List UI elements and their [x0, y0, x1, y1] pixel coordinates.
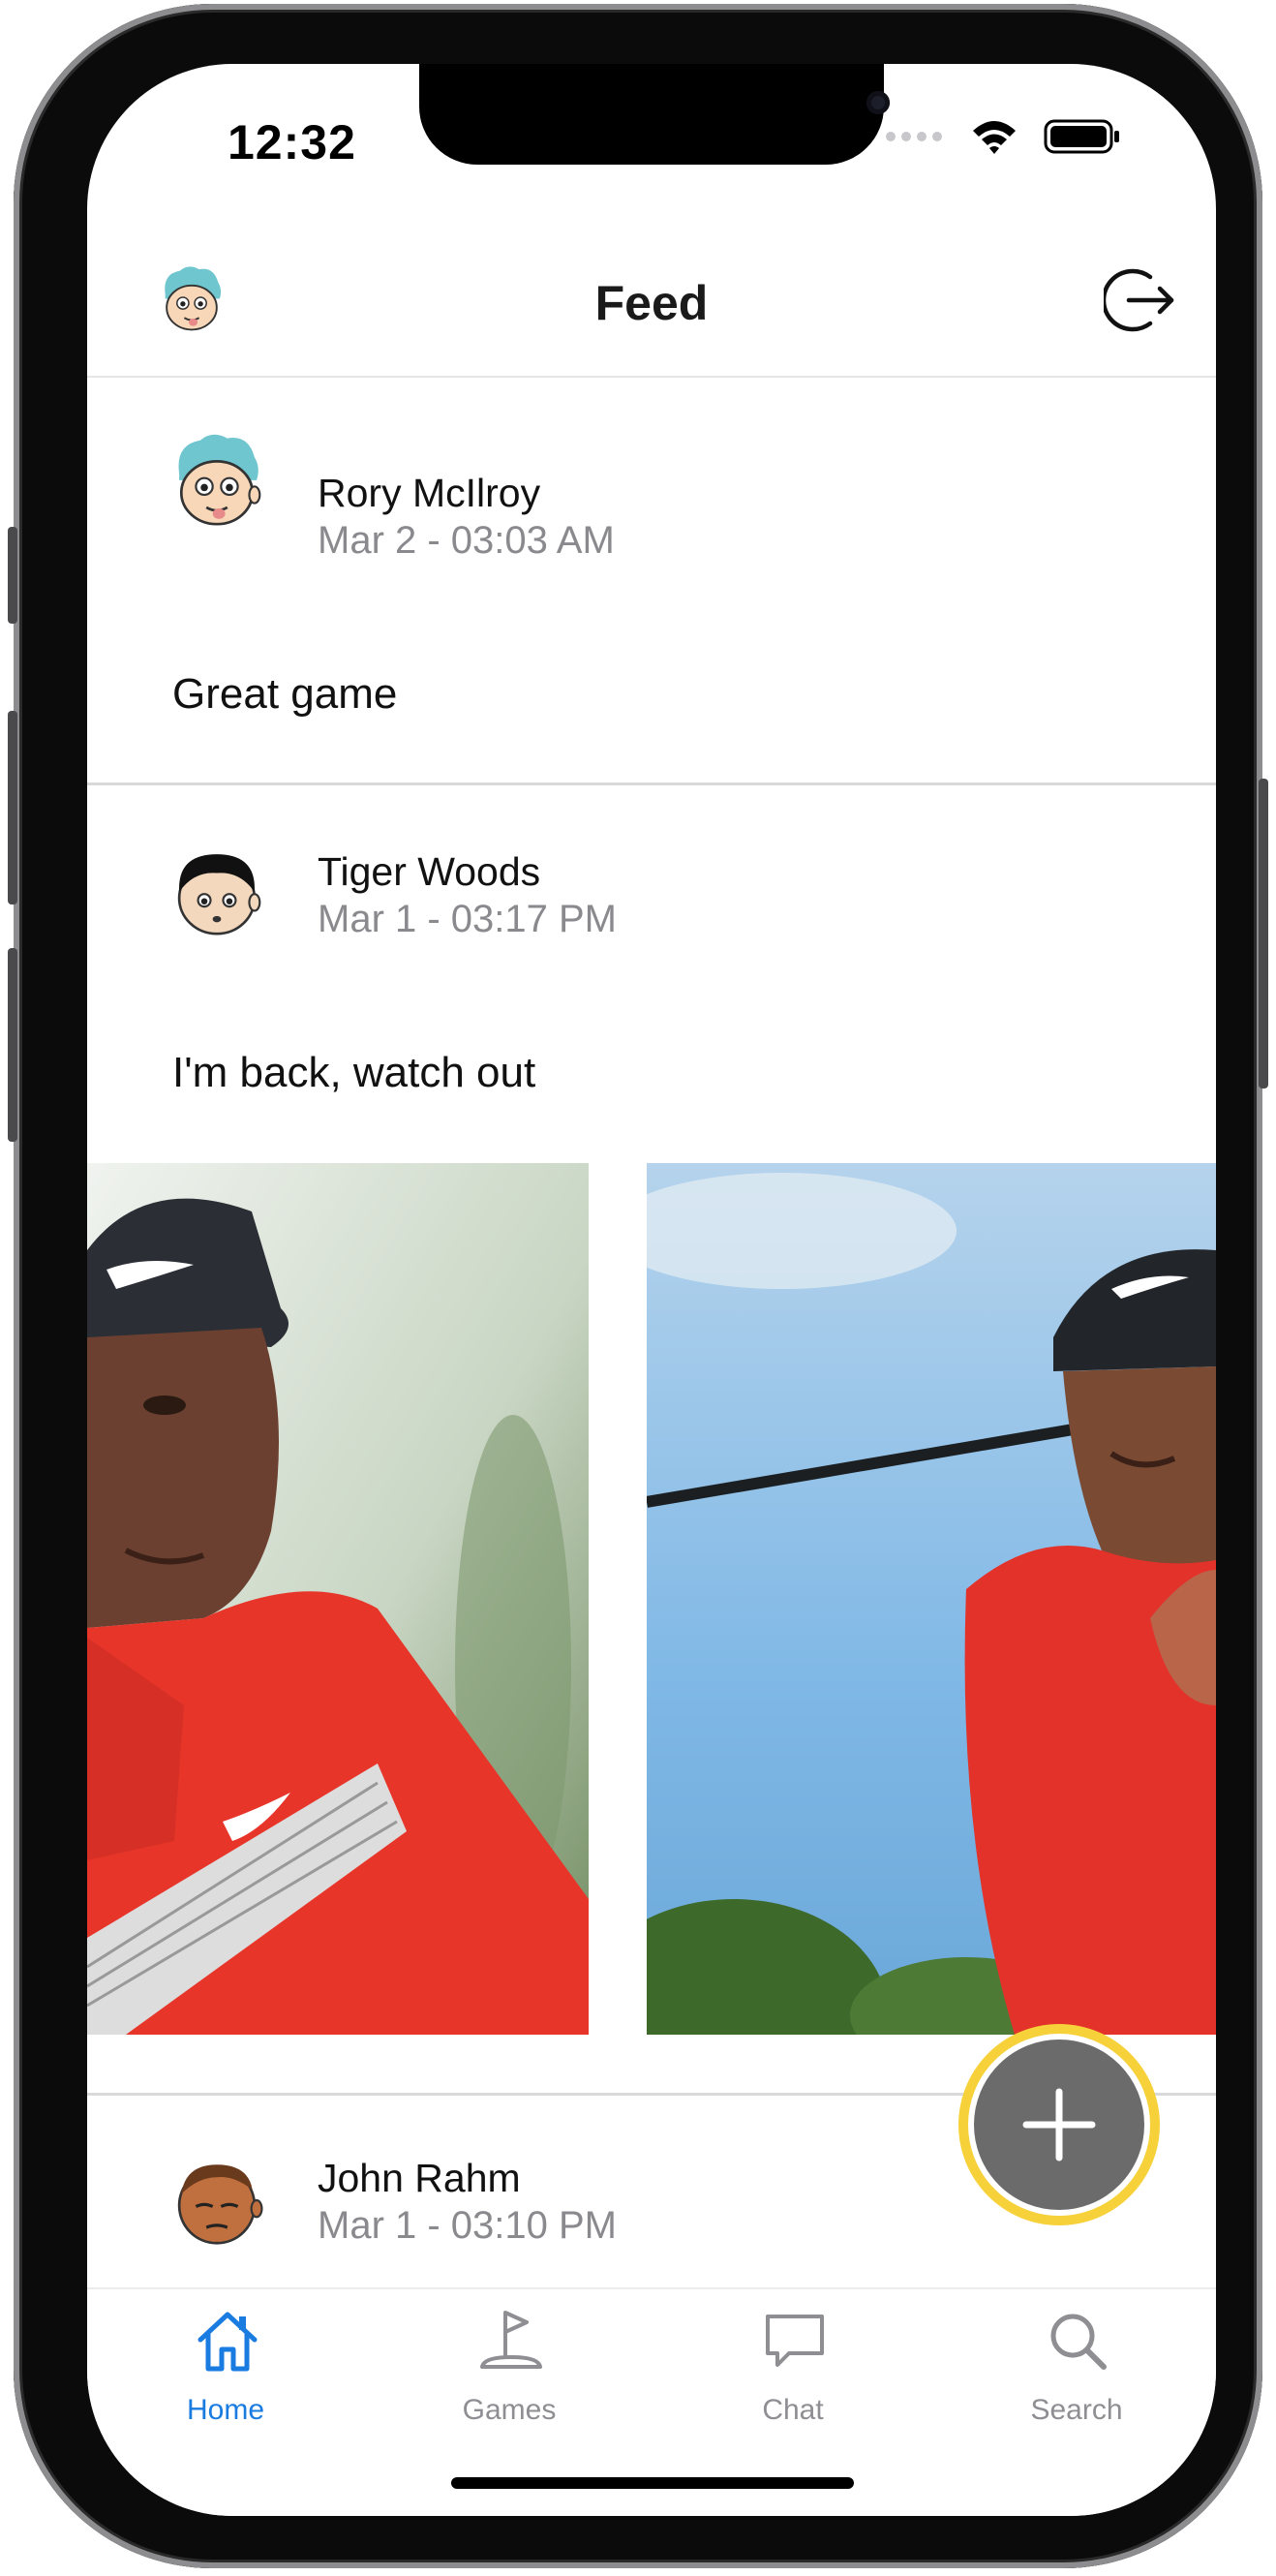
tab-search[interactable]: Search	[980, 2289, 1173, 2435]
golfer-swing-photo-image	[647, 1163, 1216, 2035]
tab-home[interactable]: Home	[129, 2289, 322, 2435]
post-author: Rory McIlroy	[318, 471, 541, 515]
cartoon-avatar-icon	[177, 854, 261, 935]
post-date: Mar 2 - 03:03 AM	[318, 519, 615, 562]
post-text: Great game	[172, 670, 398, 718]
wifi-icon	[973, 121, 1016, 154]
front-camera	[866, 91, 890, 114]
notch	[419, 64, 890, 165]
feed-post[interactable]: Rory McIlroy Mar 2 - 03:03 AM Great game	[87, 376, 1216, 782]
chat-bubble-icon	[766, 2315, 824, 2367]
tab-label: Games	[462, 2394, 557, 2426]
author-avatar[interactable]	[165, 430, 269, 535]
volume-up-button	[8, 711, 17, 905]
author-avatar[interactable]	[165, 840, 269, 944]
home-indicator[interactable]	[451, 2477, 854, 2489]
tab-label: Search	[1030, 2394, 1123, 2426]
post-author: John Rahm	[318, 2156, 521, 2200]
cartoon-avatar-icon	[178, 434, 261, 526]
golfer-photo-image	[87, 1163, 589, 2035]
fab-circle	[968, 2034, 1150, 2216]
battery-icon	[1044, 119, 1119, 154]
cellular-signal-icon	[886, 132, 942, 141]
status-icons	[885, 117, 1121, 156]
volume-down-button	[8, 948, 17, 1142]
golf-flag-icon	[480, 2311, 542, 2369]
logout-icon	[1101, 268, 1174, 332]
post-author: Tiger Woods	[318, 849, 541, 894]
page-title: Feed	[594, 276, 709, 330]
house-icon	[197, 2312, 258, 2372]
tab-games[interactable]: Games	[412, 2289, 606, 2435]
post-text: I'm back, watch out	[172, 1049, 536, 1096]
new-post-button[interactable]	[958, 2024, 1160, 2225]
tab-label: Chat	[762, 2394, 824, 2426]
tab-label: Home	[186, 2394, 265, 2426]
logout-button[interactable]	[1101, 263, 1177, 337]
author-avatar[interactable]	[165, 2148, 269, 2253]
feed-post[interactable]: Tiger Woods Mar 1 - 03:17 PM I'm back, w…	[87, 785, 1216, 2093]
post-date: Mar 1 - 03:17 PM	[318, 898, 618, 940]
mute-switch	[8, 527, 17, 624]
post-photo[interactable]	[87, 1163, 589, 2035]
feed-header: Feed	[87, 230, 1216, 378]
power-button	[1259, 779, 1268, 1089]
post-date: Mar 1 - 03:10 PM	[318, 2204, 618, 2247]
magnifier-icon	[1050, 2314, 1107, 2370]
cartoon-avatar-icon	[177, 2164, 263, 2245]
post-photo[interactable]	[647, 1163, 1216, 2035]
plus-icon	[1022, 2088, 1096, 2162]
phone-frame: 12:32 Feed Rory McIlroy Mar 2 - 03:03 AM…	[8, 4, 1268, 2568]
screen: 12:32 Feed Rory McIlroy Mar 2 - 03:03 AM…	[87, 64, 1216, 2516]
status-time: 12:32	[228, 115, 356, 169]
tab-chat[interactable]: Chat	[696, 2289, 890, 2435]
